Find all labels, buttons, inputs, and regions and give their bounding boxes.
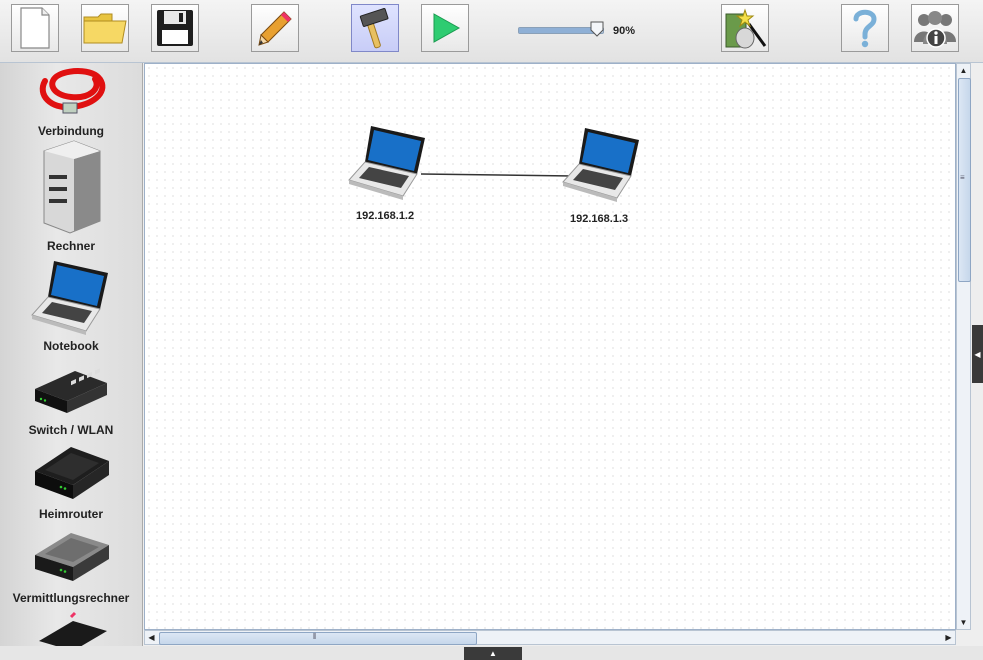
help-button[interactable] — [841, 4, 889, 52]
design-mode-button[interactable] — [251, 4, 299, 52]
grip-icon: ⦀ — [313, 632, 317, 641]
node-notebook-1[interactable] — [345, 122, 431, 207]
router-icon — [39, 611, 107, 646]
info-people-icon — [914, 11, 956, 48]
palette-item-heimrouter[interactable]: Heimrouter — [0, 441, 142, 525]
toolbar: 90% — [0, 0, 983, 63]
palette-label: Switch / WLAN — [28, 423, 114, 437]
node-ip-label: 192.168.1.3 — [570, 213, 629, 225]
node-ip-label: 192.168.1.2 — [356, 210, 415, 222]
zoom-slider-thumb[interactable] — [590, 21, 604, 37]
folder-icon — [83, 13, 127, 44]
palette-item-rechner[interactable]: Rechner — [0, 139, 142, 253]
run-button[interactable] — [421, 4, 469, 52]
scroll-up-arrow-icon[interactable]: ▲ — [957, 64, 970, 77]
palette-item-partial[interactable] — [0, 611, 142, 646]
scroll-left-arrow-icon[interactable]: ◀ — [145, 631, 158, 644]
floppy-disk-icon — [157, 10, 193, 46]
palette-label: Vermittlungsrechner — [12, 591, 130, 605]
vertical-scrollbar[interactable]: ▲ ≡ ▼ — [956, 63, 971, 630]
palette-label: Verbindung — [38, 124, 104, 138]
play-icon — [433, 13, 461, 43]
magic-wand-icon — [725, 8, 767, 49]
horizontal-scrollbar[interactable]: ◀ ⦀ ▶ — [144, 630, 956, 645]
home-router-icon — [35, 447, 109, 499]
cable-icon — [39, 68, 106, 114]
palette-item-vermittlungsrechner[interactable]: Vermittlungsrechner — [0, 525, 142, 611]
network-canvas[interactable]: 192.168.1.2 192.168.1.3 — [144, 63, 956, 630]
question-mark-icon — [853, 9, 877, 48]
network-cable[interactable] — [420, 173, 574, 177]
pencil-icon — [258, 11, 292, 46]
save-button[interactable] — [151, 4, 199, 52]
cable-layer — [420, 173, 574, 177]
palette-label: Heimrouter — [38, 507, 103, 521]
node-notebook-2[interactable] — [559, 124, 645, 209]
computer-tower-icon — [43, 140, 101, 234]
notebook-icon — [31, 261, 108, 335]
palette-label: Notebook — [43, 339, 99, 353]
router-icon — [35, 533, 109, 581]
palette-item-switch-wlan[interactable]: Switch / WLAN — [0, 363, 142, 441]
switch-icon — [35, 368, 107, 413]
wizard-button[interactable] — [721, 4, 769, 52]
new-file-icon — [20, 7, 50, 49]
zoom-fill — [519, 28, 595, 33]
notebook-icon — [348, 126, 425, 200]
hammer-icon — [359, 7, 389, 49]
chevron-left-icon: ◀ — [974, 349, 981, 359]
new-file-button[interactable] — [11, 4, 59, 52]
palette-item-verbindung[interactable]: Verbindung — [0, 63, 142, 139]
scroll-down-arrow-icon[interactable]: ▼ — [957, 616, 970, 629]
simulation-mode-button[interactable] — [351, 4, 399, 52]
bottom-panel-toggle[interactable]: ▲ — [464, 647, 522, 660]
notebook-icon — [562, 128, 639, 202]
palette-item-notebook[interactable]: Notebook — [0, 257, 142, 359]
about-button[interactable] — [911, 4, 959, 52]
horizontal-scroll-thumb[interactable]: ⦀ — [159, 632, 477, 645]
palette-label: Rechner — [46, 239, 96, 253]
open-folder-button[interactable] — [81, 4, 129, 52]
scroll-right-arrow-icon[interactable]: ▶ — [942, 631, 955, 644]
chevron-up-icon: ▲ — [489, 649, 497, 658]
grip-icon: ≡ — [960, 173, 965, 182]
zoom-label: 90% — [613, 25, 636, 37]
component-palette: Verbindung Rechner Notebook Switch / WLA… — [0, 63, 143, 646]
side-panel-toggle[interactable]: ◀ — [972, 325, 983, 383]
vertical-scroll-thumb[interactable]: ≡ — [958, 78, 971, 282]
